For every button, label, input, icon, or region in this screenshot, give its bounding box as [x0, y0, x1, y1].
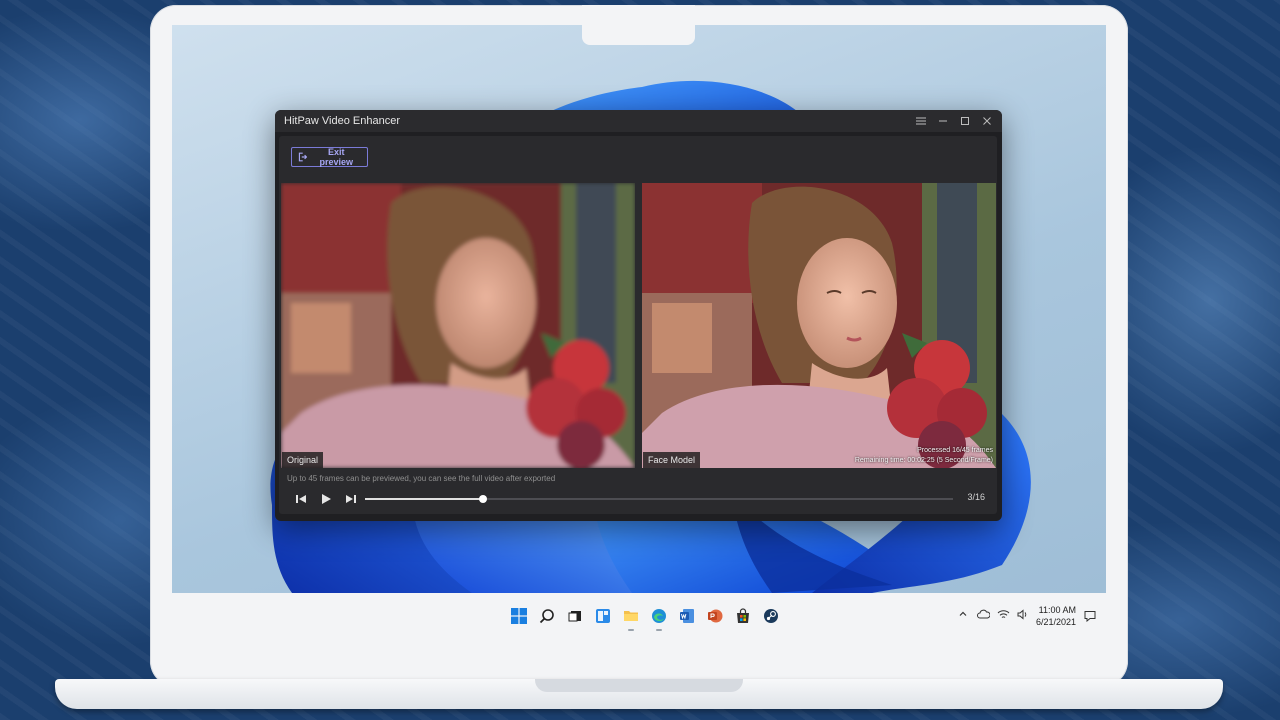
- taskbar: 11:00 AM 6/21/2021: [172, 593, 1106, 661]
- edge-icon[interactable]: [648, 605, 670, 631]
- enhanced-frame-image: [642, 183, 996, 468]
- remaining-time-text: Remaining time: 00:02:25 (5 Second/Frame…: [854, 457, 993, 464]
- enhanced-preview-pane: Face Model Processed 16/45 frames Remain…: [642, 183, 996, 468]
- word-icon[interactable]: [676, 605, 698, 627]
- taskbar-apps: [508, 605, 782, 631]
- task-view-icon[interactable]: [564, 605, 586, 627]
- play-icon[interactable]: [318, 491, 334, 507]
- original-label: Original: [282, 452, 324, 468]
- windows-start-icon[interactable]: [508, 605, 530, 627]
- menu-icon[interactable]: [910, 112, 932, 130]
- exit-preview-label: Exit preview: [319, 147, 353, 167]
- clock-date: 6/21/2021: [1035, 617, 1076, 627]
- wifi-icon[interactable]: [996, 607, 1010, 621]
- frame-counter: 3/16: [967, 492, 985, 502]
- processing-status: Processed 16/45 frames Remaining time: 0…: [855, 446, 993, 466]
- timeline-progress: [365, 498, 483, 500]
- timeline-handle[interactable]: [478, 495, 487, 503]
- processed-frames-text: Processed 16/45 frames: [917, 447, 993, 454]
- close-icon[interactable]: [976, 112, 998, 130]
- clock-time: 11:00 AM: [1038, 605, 1076, 615]
- previous-frame-icon[interactable]: [293, 491, 309, 507]
- chevron-up-icon[interactable]: [956, 607, 970, 621]
- playback-controls: [293, 491, 359, 507]
- preview-hint: Up to 45 frames can be previewed, you ca…: [287, 474, 556, 483]
- volume-icon[interactable]: [1016, 607, 1030, 621]
- steam-icon[interactable]: [760, 605, 782, 627]
- system-tray: [956, 607, 1030, 621]
- laptop-notch: [582, 5, 695, 45]
- exit-preview-button[interactable]: Exit preview: [291, 147, 368, 167]
- store-icon[interactable]: [732, 605, 754, 627]
- minimize-icon[interactable]: [932, 112, 954, 130]
- window-controls: [910, 112, 998, 130]
- clock[interactable]: 11:00 AM 6/21/2021: [1030, 604, 1076, 628]
- cloud-icon[interactable]: [976, 607, 990, 621]
- app-window: HitPaw Video Enhancer Exit preview Origi…: [275, 110, 1002, 521]
- exit-icon: [298, 152, 308, 162]
- laptop-base-groove: [535, 679, 743, 692]
- powerpoint-icon[interactable]: [704, 605, 726, 627]
- face-model-label: Face Model: [643, 452, 701, 468]
- playback-timeline[interactable]: [365, 495, 953, 503]
- original-preview-pane: Original: [281, 183, 635, 468]
- window-title: HitPaw Video Enhancer: [284, 115, 400, 127]
- original-frame-image: [281, 183, 635, 468]
- widgets-icon[interactable]: [592, 605, 614, 627]
- file-explorer-icon[interactable]: [620, 605, 642, 631]
- desktop-screen: HitPaw Video Enhancer Exit preview Origi…: [172, 25, 1106, 661]
- search-icon[interactable]: [536, 605, 558, 627]
- preview-content: Exit preview Original Face Model Process…: [279, 136, 997, 514]
- maximize-icon[interactable]: [954, 112, 976, 130]
- next-frame-icon[interactable]: [343, 491, 359, 507]
- notification-icon[interactable]: [1084, 609, 1096, 627]
- title-bar[interactable]: HitPaw Video Enhancer: [275, 110, 1002, 132]
